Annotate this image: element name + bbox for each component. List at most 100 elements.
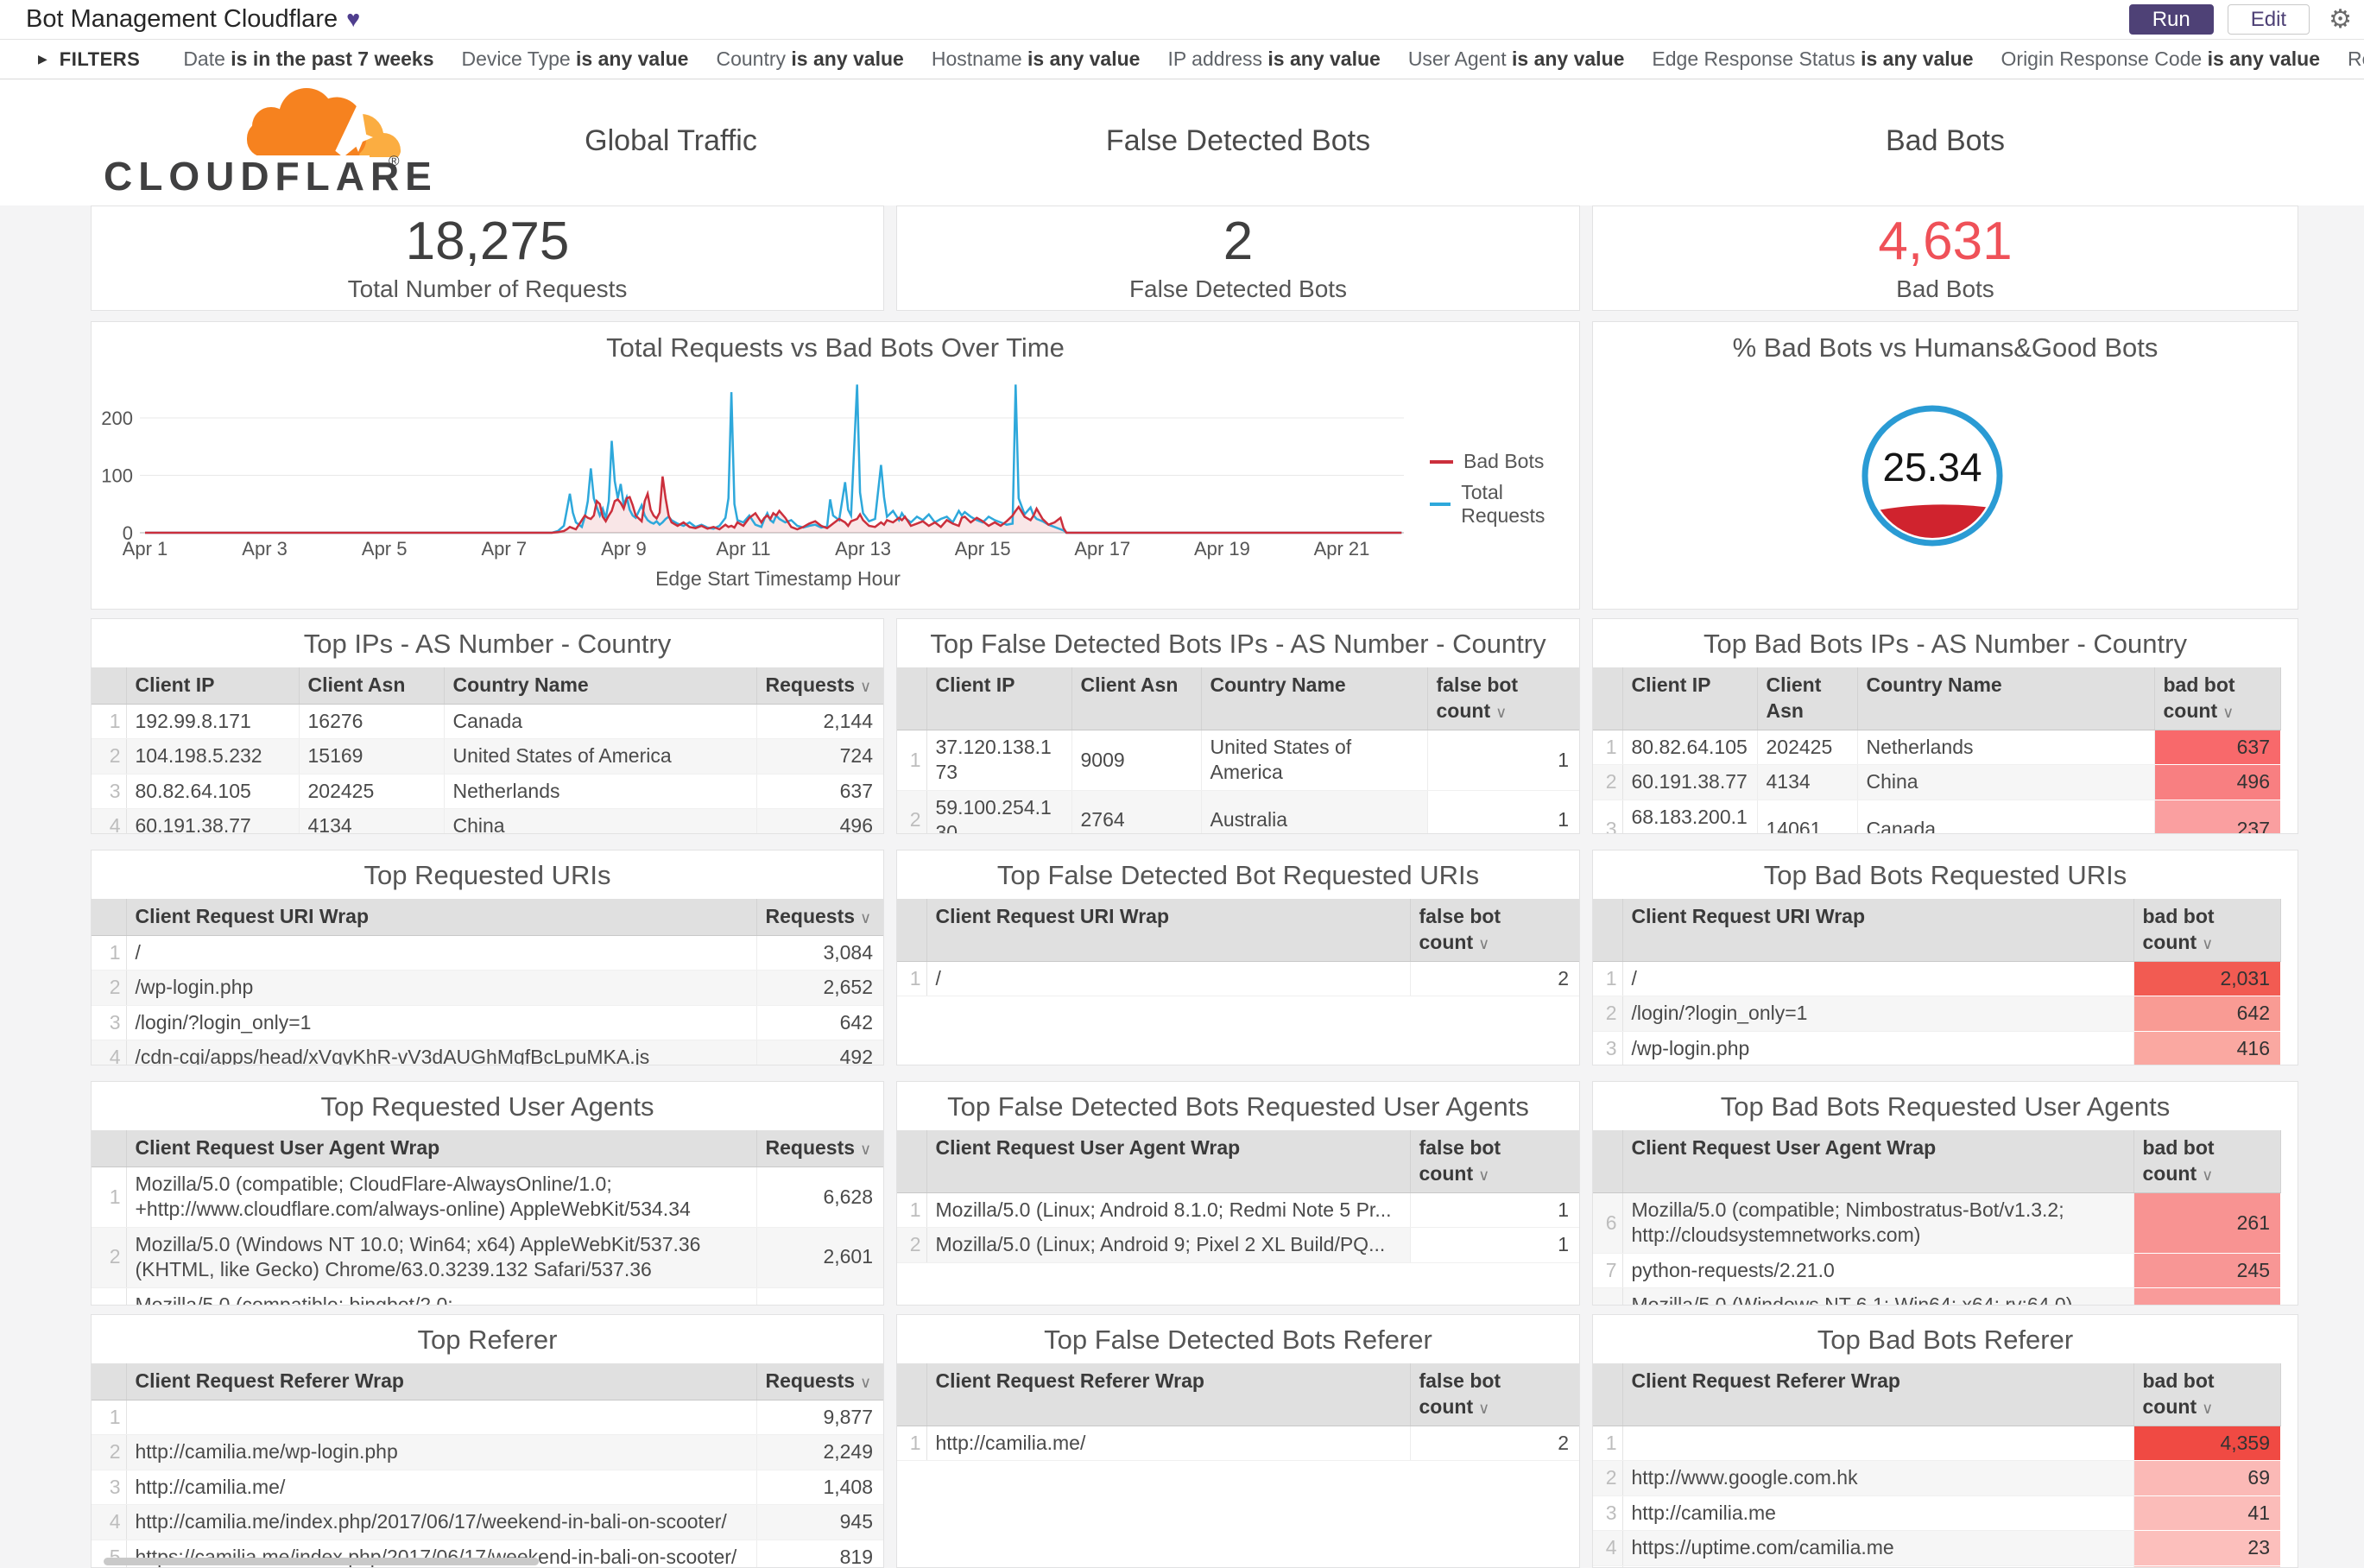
- run-button[interactable]: Run: [2128, 4, 2214, 35]
- table-cell[interactable]: http://camilia.me: [1622, 1495, 2134, 1532]
- value-cell[interactable]: 215: [2133, 1287, 2280, 1305]
- value-cell[interactable]: 2: [1409, 1426, 1579, 1462]
- table-cell[interactable]: 60.191.38.77: [1622, 764, 1758, 800]
- column-header[interactable]: Country Name: [1201, 667, 1428, 730]
- table-cell[interactable]: Mozilla/5.0 (compatible; CloudFlare-Alwa…: [126, 1167, 757, 1228]
- table-row[interactable]: 2 http://www.google.com.hk 69: [1593, 1460, 2298, 1496]
- value-cell[interactable]: 1: [1426, 790, 1579, 833]
- table-cell[interactable]: /: [126, 935, 757, 971]
- table-cell[interactable]: 14061: [1757, 800, 1858, 833]
- table-row[interactable]: 1 80.82.64.105 202425 Netherlands 637: [1593, 730, 2298, 766]
- column-header[interactable]: Client Request User Agent Wrap: [1622, 1130, 2134, 1193]
- table-cell[interactable]: Netherlands: [444, 774, 757, 810]
- column-header[interactable]: Client Asn: [1757, 667, 1858, 730]
- column-header[interactable]: Client Request User Agent Wrap: [926, 1130, 1411, 1193]
- filter-chip[interactable]: User Agent is any value: [1408, 47, 1625, 70]
- value-cell[interactable]: 2,249: [755, 1434, 883, 1470]
- table-row[interactable]: 368.183.200.16714061Canada237: [1593, 800, 2298, 833]
- table-row[interactable]: 8Mozilla/5.0 (Windows NT 6.1; Win64; x64…: [1593, 1287, 2298, 1305]
- value-cell[interactable]: 261: [2133, 1192, 2280, 1254]
- value-cell[interactable]: 819: [755, 1540, 883, 1567]
- gauge-tile[interactable]: % Bad Bots vs Humans&Good Bots 25.34: [1592, 321, 2298, 610]
- filter-chip[interactable]: Country is any value: [716, 47, 903, 70]
- table-cell[interactable]: United States of America: [444, 738, 757, 775]
- value-cell[interactable]: 237: [2154, 800, 2280, 833]
- table-cell[interactable]: 2764: [1071, 790, 1202, 833]
- table-cell[interactable]: China: [444, 808, 757, 833]
- table-row[interactable]: 1 Mozilla/5.0 (Linux; Android 8.1.0; Redm…: [897, 1192, 1579, 1229]
- value-cell[interactable]: 642: [2133, 996, 2280, 1032]
- value-cell[interactable]: 3,084: [755, 935, 883, 971]
- table-row[interactable]: 1/2,031: [1593, 961, 2298, 997]
- table-row[interactable]: 4/cdn-cgi/apps/head/xVgyKhR-vV3dAUGhMqfB…: [92, 1040, 883, 1065]
- column-header[interactable]: Client Request URI Wrap: [126, 899, 757, 936]
- value-cell[interactable]: 733: [755, 1287, 883, 1305]
- column-header[interactable]: Client Asn: [299, 667, 445, 705]
- column-header[interactable]: Client Request Referer Wrap: [126, 1363, 757, 1400]
- table-row[interactable]: 2 104.198.5.232 15169 United States of Amer…: [92, 738, 883, 775]
- table-cell[interactable]: /: [1622, 961, 2134, 997]
- column-header[interactable]: Client Asn: [1071, 667, 1202, 730]
- column-header[interactable]: false bot count ∨: [1410, 1130, 1579, 1193]
- table-row[interactable]: 2 http://camilia.me/wp-login.php 2,249: [92, 1434, 883, 1470]
- column-header[interactable]: Client Request User Agent Wrap: [126, 1130, 757, 1167]
- column-header[interactable]: Country Name: [444, 667, 757, 705]
- edit-button[interactable]: Edit: [2227, 4, 2310, 35]
- table-cell[interactable]: /login/?login_only=1: [1622, 996, 2134, 1032]
- table-row[interactable]: 2/login/?login_only=1 642: [1593, 996, 2298, 1032]
- column-header[interactable]: Country Name: [1857, 667, 2155, 730]
- table-cell[interactable]: 9009: [1071, 730, 1202, 791]
- table-cell[interactable]: 202425: [299, 774, 445, 810]
- table-cell[interactable]: Mozilla/5.0 (compatible; bingbot/2.0; +h…: [126, 1287, 757, 1305]
- table-cell[interactable]: [1622, 1426, 2134, 1462]
- table-row[interactable]: 1 Mozilla/5.0 (compatible; CloudFlare-Alw…: [92, 1167, 883, 1228]
- table-row[interactable]: 1 4,359: [1593, 1426, 2298, 1462]
- column-header[interactable]: Client IP: [926, 667, 1072, 730]
- value-cell[interactable]: 41: [2133, 1495, 2280, 1532]
- table-cell[interactable]: http://camilia.me/index.php/2017/06/17/w…: [126, 1504, 757, 1540]
- table-row[interactable]: 1 http://camilia.me/2: [897, 1426, 1579, 1462]
- table-cell[interactable]: /wp-login.php: [1622, 1031, 2134, 1065]
- table-row[interactable]: 2/wp-login.php 2,652: [92, 970, 883, 1006]
- table-cell[interactable]: 202425: [1757, 730, 1858, 766]
- value-cell[interactable]: 637: [2154, 730, 2280, 766]
- column-header[interactable]: Client Request URI Wrap: [926, 899, 1411, 962]
- column-header[interactable]: Client Request Referer Wrap: [1622, 1363, 2134, 1426]
- value-cell[interactable]: 1: [1409, 1227, 1579, 1263]
- table-cell[interactable]: 80.82.64.105: [126, 774, 300, 810]
- table-row[interactable]: 2 60.191.38.77 4134 China 496: [1593, 764, 2298, 800]
- value-cell[interactable]: 245: [2133, 1253, 2280, 1289]
- table-cell[interactable]: Mozilla/5.0 (Linux; Android 8.1.0; Redmi…: [926, 1192, 1411, 1229]
- column-header[interactable]: bad bot count ∨: [2154, 667, 2281, 730]
- value-cell[interactable]: 23: [2133, 1530, 2280, 1566]
- column-header[interactable]: Requests ∨: [756, 899, 883, 936]
- kpi-total-requests[interactable]: 18,275 Total Number of Requests: [91, 205, 884, 311]
- table-row[interactable]: 2 59.100.254.130 2764 Australia 1: [897, 790, 1579, 833]
- gear-icon[interactable]: ⚙: [2329, 4, 2352, 35]
- value-cell[interactable]: 2: [1409, 961, 1579, 997]
- filter-chip[interactable]: Device Type is any value: [462, 47, 689, 70]
- column-header[interactable]: bad bot count ∨: [2133, 1130, 2281, 1193]
- value-cell[interactable]: 496: [2154, 764, 2280, 800]
- table-cell[interactable]: [126, 1400, 757, 1436]
- column-header[interactable]: Client Request Referer Wrap: [926, 1363, 1411, 1426]
- table-cell[interactable]: Netherlands: [1857, 730, 2155, 766]
- table-row[interactable]: 1 192.99.8.171 16276 Canada 2,144: [92, 704, 883, 740]
- table-cell[interactable]: http://camilia.me/: [126, 1470, 757, 1506]
- table-cell[interactable]: 4134: [299, 808, 445, 833]
- table-row[interactable]: 4 https://uptime.com/camilia.me 23: [1593, 1530, 2298, 1566]
- kpi-bad-bots[interactable]: 4,631 Bad Bots: [1592, 205, 2298, 311]
- value-cell[interactable]: 4,359: [2133, 1426, 2280, 1462]
- value-cell[interactable]: 416: [2133, 1031, 2280, 1065]
- column-header[interactable]: Requests ∨: [756, 667, 883, 705]
- value-cell[interactable]: 2,031: [2133, 961, 2280, 997]
- value-cell[interactable]: 2,601: [755, 1227, 883, 1288]
- column-header[interactable]: Requests ∨: [756, 1130, 883, 1167]
- column-header[interactable]: false bot count ∨: [1427, 667, 1579, 730]
- table-row[interactable]: 4 60.191.38.77 4134 China 496: [92, 808, 883, 833]
- table-row[interactable]: 3/login/?login_only=1 642: [92, 1005, 883, 1041]
- column-header[interactable]: Client IP: [1622, 667, 1758, 730]
- table-row[interactable]: 2 Mozilla/5.0 (Linux; Android 9; Pixel 2 …: [897, 1227, 1579, 1263]
- table-cell[interactable]: http://www.google.com.hk: [1622, 1460, 2134, 1496]
- table-cell[interactable]: 16276: [299, 704, 445, 740]
